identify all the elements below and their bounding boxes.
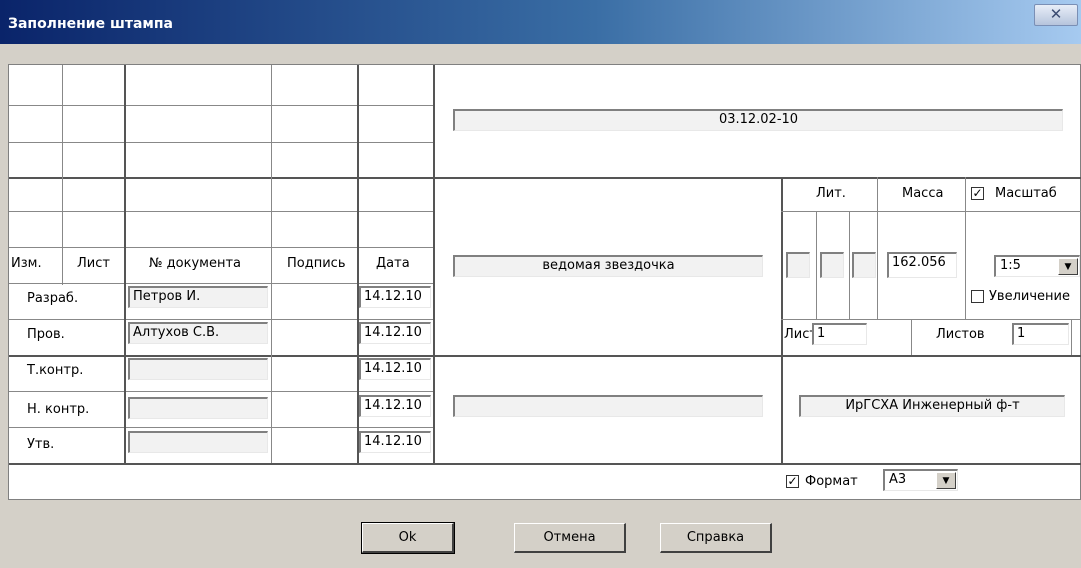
checkmark-icon: ✓ [972, 186, 983, 200]
tech-control-surname-field[interactable] [128, 358, 268, 380]
grid-line [816, 211, 817, 319]
lit-field-1[interactable] [786, 252, 810, 278]
material-field[interactable] [453, 395, 763, 417]
chevron-down-icon[interactable]: ▼ [936, 472, 956, 489]
header-signature: Подпись [287, 256, 346, 271]
grid-line [9, 211, 433, 212]
organization-field[interactable]: ИрГСХА Инженерный ф-т [799, 395, 1065, 417]
grid-line [62, 65, 63, 285]
tech-control-date-field[interactable]: 14.12.10 [359, 358, 431, 380]
header-date: Дата [376, 256, 410, 271]
approved-surname-field[interactable] [128, 431, 268, 453]
grid-line [849, 211, 850, 319]
cancel-button[interactable]: Отмена [514, 523, 626, 553]
header-izm: Изм. [11, 256, 42, 271]
close-icon: ✕ [1049, 5, 1063, 23]
help-button[interactable]: Справка [660, 523, 772, 553]
grid-line [433, 65, 435, 463]
grid-line [271, 65, 272, 463]
approved-date-field[interactable]: 14.12.10 [359, 431, 431, 453]
ok-button[interactable]: Ok [361, 522, 455, 554]
checkmark-icon: ✓ [787, 474, 798, 488]
sheets-label: Листов [936, 327, 985, 342]
header-list: Лист [77, 256, 110, 271]
grid-line [965, 177, 966, 319]
lit-label: Лит. [816, 186, 846, 201]
format-label: Формат [805, 474, 858, 489]
norm-control-date-field[interactable]: 14.12.10 [359, 395, 431, 417]
close-button[interactable]: ✕ [1034, 4, 1078, 26]
role-approved: Утв. [27, 437, 55, 452]
grid-line [9, 177, 1081, 179]
format-checkbox[interactable]: ✓ [786, 475, 799, 488]
designation-field[interactable]: 03.12.02-10 [453, 109, 1063, 131]
sheets-field[interactable]: 1 [1012, 323, 1069, 345]
product-name-field[interactable]: ведомая звездочка [453, 255, 763, 277]
scale-label: Масштаб [995, 186, 1057, 201]
grid-line [781, 319, 1081, 320]
header-doc-no: № документа [149, 256, 241, 271]
checker-surname-field[interactable]: Алтухов С.В. [128, 322, 268, 344]
grid-line [781, 177, 783, 463]
grid-line [9, 247, 433, 248]
chevron-down-icon[interactable]: ▼ [1058, 258, 1078, 275]
zoom-checkbox[interactable] [971, 290, 984, 303]
role-norm-control: Н. контр. [27, 402, 90, 417]
lit-field-3[interactable] [852, 252, 876, 278]
developer-date-field[interactable]: 14.12.10 [359, 286, 431, 308]
lit-field-2[interactable] [820, 252, 844, 278]
role-developer: Разраб. [27, 291, 79, 306]
grid-line [911, 319, 912, 355]
zoom-label: Увеличение [989, 289, 1070, 304]
grid-line [877, 177, 878, 319]
grid-line [781, 211, 1081, 212]
grid-line [9, 355, 1081, 357]
grid-line [9, 391, 433, 392]
grid-line [9, 142, 433, 143]
scale-select[interactable]: 1:5 ▼ [994, 255, 1080, 277]
scale-checkbox[interactable]: ✓ [971, 187, 984, 200]
checker-date-field[interactable]: 14.12.10 [359, 322, 431, 344]
window-title: Заполнение штампа [8, 16, 173, 32]
sheet-field[interactable]: 1 [812, 323, 867, 345]
role-tech-control: Т.контр. [27, 363, 84, 378]
scale-value: 1:5 [1000, 258, 1021, 273]
grid-line [9, 427, 433, 428]
grid-line [9, 319, 433, 320]
norm-control-surname-field[interactable] [128, 397, 268, 419]
grid-line [1071, 319, 1072, 355]
grid-line [124, 65, 126, 463]
mass-label: Масса [902, 186, 944, 201]
format-value: А3 [889, 472, 907, 487]
grid-line [9, 283, 433, 284]
developer-surname-field[interactable]: Петров И. [128, 286, 268, 308]
grid-line [9, 463, 1081, 465]
role-checker: Пров. [27, 327, 65, 342]
grid-line [9, 105, 433, 106]
stamp-form: Изм. Лист № документа Подпись Дата Разра… [8, 64, 1081, 500]
format-select[interactable]: А3 ▼ [883, 469, 958, 491]
mass-field[interactable]: 162.056 [887, 252, 957, 278]
